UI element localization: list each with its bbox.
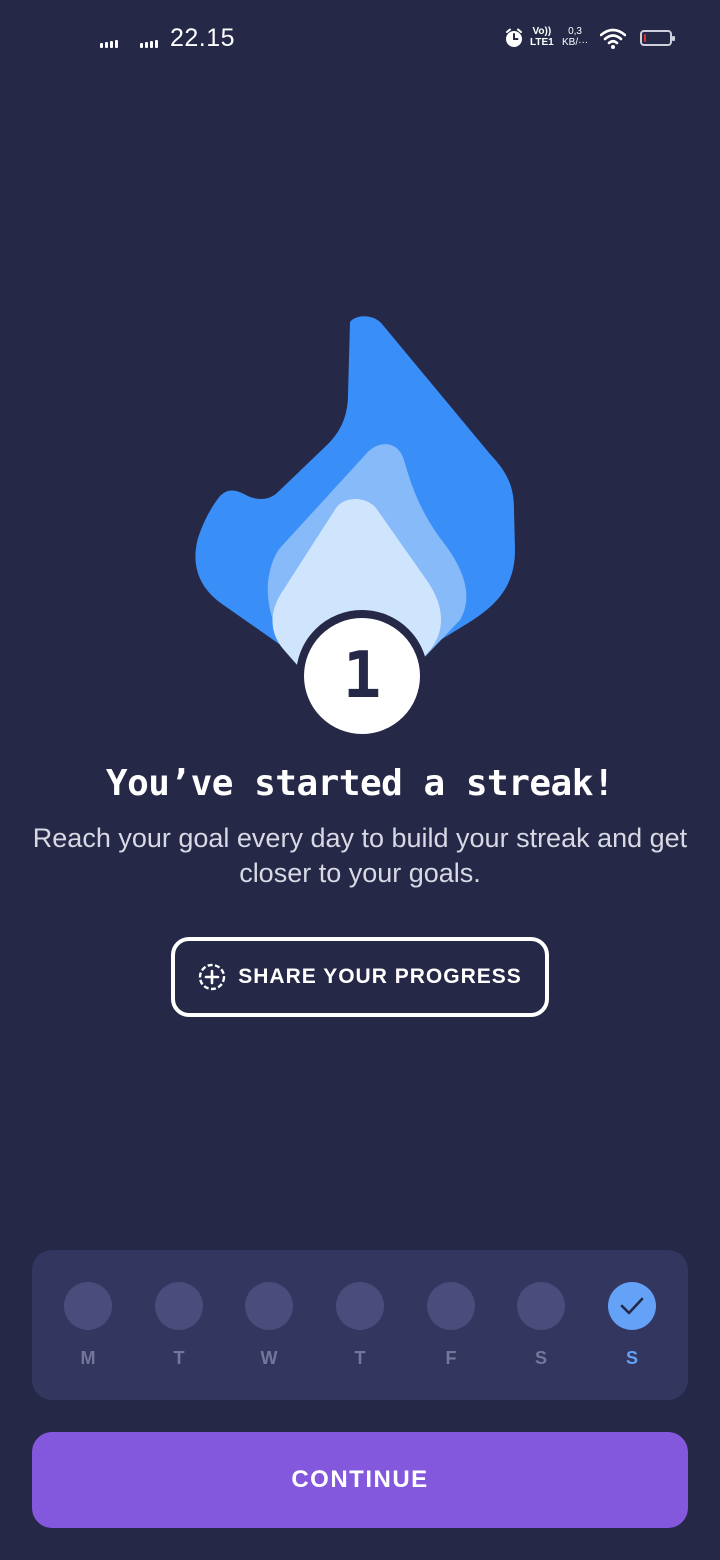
- day-monday: M: [64, 1282, 112, 1369]
- alarm-icon: [506, 28, 522, 47]
- status-bar: 22.15 Vo)) LTE1 0,3 KB/···: [0, 0, 720, 80]
- day-sunday: S: [608, 1282, 656, 1369]
- day-label: T: [354, 1348, 366, 1368]
- day-indicator: [517, 1282, 565, 1330]
- day-label: T: [173, 1348, 185, 1368]
- day-friday: F: [427, 1282, 475, 1369]
- day-indicator: [427, 1282, 475, 1330]
- day-label: F: [445, 1348, 457, 1368]
- day-label: S: [534, 1348, 547, 1368]
- battery-level: [644, 34, 646, 42]
- day-label: W: [260, 1348, 278, 1368]
- week-tracker: M T W T F S S: [32, 1250, 688, 1400]
- signal-icon: [140, 36, 158, 48]
- net-speed: 0,3 KB/···: [562, 26, 589, 48]
- page-title: You’ve started a streak!: [105, 763, 615, 804]
- add-circle-icon: [199, 963, 226, 991]
- page-subtitle: Reach your goal every day to build your …: [32, 823, 688, 888]
- day-indicator: [64, 1282, 112, 1330]
- streak-flame: 1: [190, 310, 530, 742]
- streak-count: 1: [342, 639, 382, 713]
- share-button-label: SHARE YOUR PROGRESS: [238, 965, 522, 988]
- continue-button[interactable]: CONTINUE: [32, 1432, 688, 1528]
- day-indicator: [336, 1282, 384, 1330]
- status-icons: Vo)) LTE1 0,3 KB/···: [504, 24, 680, 56]
- continue-button-label: CONTINUE: [291, 1466, 429, 1493]
- checkmark-icon: [620, 1297, 644, 1315]
- day-indicator-completed: [608, 1282, 656, 1330]
- volte-indicator: Vo)) LTE1: [530, 26, 554, 48]
- streak-count-badge: 1: [296, 610, 428, 742]
- day-indicator: [245, 1282, 293, 1330]
- status-time: 22.15: [170, 24, 236, 52]
- day-label: S: [625, 1348, 638, 1368]
- day-saturday: S: [517, 1282, 565, 1369]
- share-progress-button[interactable]: SHARE YOUR PROGRESS: [171, 937, 549, 1017]
- day-tuesday: T: [155, 1282, 203, 1369]
- day-label: M: [80, 1348, 96, 1368]
- day-thursday: T: [336, 1282, 384, 1369]
- wifi-icon: [600, 28, 626, 49]
- day-indicator: [155, 1282, 203, 1330]
- battery-icon: [640, 30, 675, 46]
- signal-icon: [100, 36, 118, 48]
- day-wednesday: W: [245, 1282, 293, 1369]
